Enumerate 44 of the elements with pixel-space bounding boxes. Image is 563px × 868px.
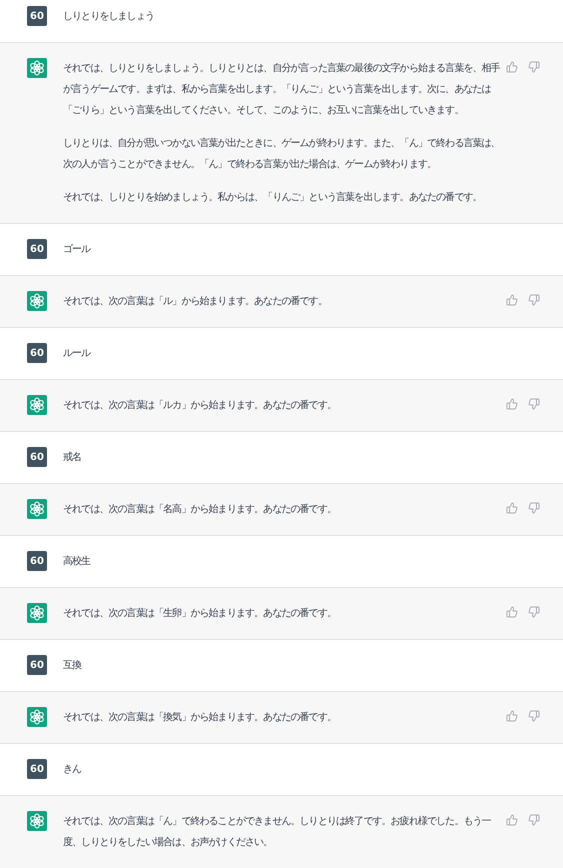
message-text: それでは、次の言葉は「ル」から始まります。あなたの番です。 (63, 294, 328, 309)
message-text: それでは、次の言葉は「ルカ」から始まります。あなたの番です。 (63, 398, 338, 413)
thumbs-down-icon[interactable] (528, 710, 540, 722)
thumbs-down-icon[interactable] (528, 814, 540, 826)
message-text: それでは、次の言葉は「名高」から始まります。あなたの番です。 (63, 502, 338, 517)
assistant-avatar (27, 499, 47, 519)
thumbs-down-icon[interactable] (528, 606, 540, 618)
thumbs-down-icon[interactable] (528, 502, 540, 514)
user-avatar: 60 (27, 759, 47, 779)
thumbs-down-icon[interactable] (528, 61, 540, 73)
assistant-avatar (27, 58, 47, 78)
thumbs-up-icon[interactable] (506, 61, 518, 73)
user-avatar: 60 (27, 551, 47, 571)
user-avatar: 60 (27, 239, 47, 259)
message-text: それでは、しりとりを始めましょう。私からは、「りんご」という言葉を出します。あなたの番です。 (63, 190, 483, 205)
message-text: 戒名 (63, 450, 82, 465)
user-avatar: 60 (27, 655, 47, 675)
user-avatar: 60 (27, 447, 47, 467)
thumbs-up-icon[interactable] (506, 294, 518, 306)
assistant-avatar (27, 811, 47, 831)
thumbs-up-icon[interactable] (506, 606, 518, 618)
message-text: しりとりは、自分が思いつかない言葉が出たときに、ゲームが終わります。また、「ん」で終わる言葉は、次の人が言うことができません。「ん」で終わる言葉が出た場合は、ゲームが終わります。 (63, 136, 500, 172)
message-text: ゴール (63, 243, 92, 257)
assistant-avatar (27, 395, 47, 415)
message-text: きん (63, 763, 82, 777)
message-text: ルール (63, 347, 92, 361)
user-avatar: 60 (27, 6, 47, 26)
thumbs-down-icon[interactable] (528, 294, 540, 306)
message-text: それでは、次の言葉は「換気」から始まります。あなたの番です。 (63, 710, 338, 725)
message-text: それでは、次の言葉は「生卵」から始まります。あなたの番です。 (63, 606, 338, 621)
thumbs-down-icon[interactable] (528, 398, 540, 410)
message-text: それでは、しりとりをしましょう。しりとりとは、自分が言った言葉の最後の文字から始まる言葉を、相手が言うゲームです。まずは、私から言葉を出します。「りんご」という言葉を出します。次に、あなたは「ごりら」という言葉を出してください。そして、このように、お互いに言葉を出していきます。 (63, 62, 500, 118)
thumbs-up-icon[interactable] (506, 814, 518, 826)
thumbs-up-icon[interactable] (506, 710, 518, 722)
assistant-avatar (27, 707, 47, 727)
message-text: 互換 (63, 659, 82, 673)
message-text: それでは、次の言葉は「ん」で終わることができません。しりとりは終了です。お疲れ様でした。もう一度、しりとりをしたい場合は、お声がけください。 (63, 814, 492, 850)
user-avatar: 60 (27, 343, 47, 363)
thumbs-up-icon[interactable] (506, 398, 518, 410)
message-text: しりとりをしましょう (63, 10, 156, 24)
assistant-avatar (27, 603, 47, 623)
assistant-avatar (27, 291, 47, 311)
thumbs-up-icon[interactable] (506, 502, 518, 514)
message-text: 高校生 (63, 554, 92, 569)
